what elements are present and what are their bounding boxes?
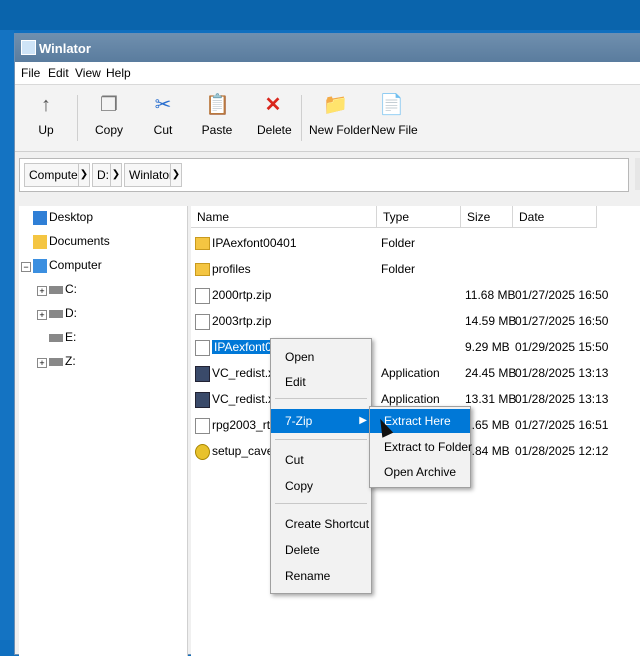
up-arrow-icon: ↑ bbox=[41, 94, 51, 116]
drive-icon bbox=[49, 285, 63, 294]
file-row[interactable]: profiles Folder bbox=[191, 258, 640, 280]
window-title: Winlator bbox=[39, 41, 91, 56]
toolbar: ↑ Up ❐ Copy ✂ Cut 📋 Paste ✕ Delete 📁 New… bbox=[15, 85, 640, 152]
expand-icon[interactable]: + bbox=[37, 310, 47, 320]
tree-item-drive-z[interactable]: Z: bbox=[49, 352, 76, 370]
tree-item-computer[interactable]: Computer bbox=[33, 256, 102, 274]
column-date[interactable]: Date bbox=[513, 206, 597, 228]
menu-item-rename[interactable]: Rename bbox=[271, 564, 371, 588]
desktop-icon bbox=[33, 210, 47, 225]
copy-button[interactable]: ❐ Copy bbox=[93, 93, 125, 137]
new-folder-button[interactable]: 📁 New Folder bbox=[309, 93, 370, 137]
computer-icon bbox=[33, 258, 47, 273]
cut-icon: ✂ bbox=[154, 94, 172, 116]
column-name[interactable]: Name bbox=[191, 206, 377, 228]
title-bar[interactable]: Winlator bbox=[15, 34, 640, 62]
file-icon bbox=[195, 417, 210, 434]
toolbar-separator bbox=[301, 95, 302, 141]
desktop-background-top bbox=[0, 0, 640, 30]
new-folder-icon: 📁 bbox=[323, 94, 348, 116]
zip-file-icon bbox=[195, 287, 210, 304]
tree-item-drive-c[interactable]: C: bbox=[49, 280, 77, 298]
breadcrumb-chevron-icon[interactable]: ❯ bbox=[110, 163, 122, 187]
context-menu: Open Edit 7-Zip ▶ Cut Copy Create Shortc… bbox=[270, 338, 372, 594]
application-icon bbox=[195, 365, 210, 382]
expand-icon[interactable]: + bbox=[37, 286, 47, 296]
menu-separator bbox=[275, 503, 367, 504]
desktop-background-left bbox=[0, 30, 14, 640]
column-type[interactable]: Type bbox=[377, 206, 461, 228]
new-file-button[interactable]: 📄 New File bbox=[371, 93, 418, 137]
delete-icon: ✕ bbox=[264, 94, 282, 116]
zip-file-icon bbox=[195, 313, 210, 330]
menu-file[interactable]: File bbox=[21, 66, 40, 80]
delete-button[interactable]: ✕ Delete bbox=[257, 93, 292, 137]
tree-item-drive-e[interactable]: E: bbox=[49, 328, 76, 346]
menu-item-open[interactable]: Open bbox=[271, 345, 371, 369]
up-button[interactable]: ↑ Up bbox=[33, 93, 59, 137]
collapse-icon[interactable]: − bbox=[21, 262, 31, 272]
file-row[interactable]: VC_redist.x64. Application 24.45 MB 01/2… bbox=[191, 362, 640, 384]
address-bar[interactable]: Computer ❯ D: ❯ Winlator ❯ bbox=[19, 158, 629, 192]
expand-icon[interactable]: + bbox=[37, 358, 47, 368]
menu-item-edit[interactable]: Edit bbox=[271, 370, 371, 394]
submenu-arrow-icon: ▶ bbox=[359, 415, 367, 426]
menu-item-7zip[interactable]: 7-Zip ▶ bbox=[271, 409, 371, 433]
menu-separator bbox=[275, 398, 367, 399]
cut-button[interactable]: ✂ Cut bbox=[151, 93, 175, 137]
breadcrumb-chevron-icon[interactable]: ❯ bbox=[170, 163, 182, 187]
drive-icon bbox=[49, 333, 63, 342]
file-row[interactable]: 2003rtp.zip 14.59 MB 01/27/2025 16:50 bbox=[191, 310, 640, 332]
folder-icon bbox=[195, 237, 210, 251]
app-icon bbox=[21, 40, 36, 55]
file-row-selected[interactable]: IPAexfont0040 9.29 MB 01/29/2025 15:50 bbox=[191, 336, 640, 358]
zip-file-icon bbox=[195, 339, 210, 356]
menu-bar: File Edit View Help bbox=[15, 62, 640, 85]
menu-item-cut[interactable]: Cut bbox=[271, 448, 371, 472]
folder-icon bbox=[195, 263, 210, 277]
application-icon bbox=[195, 391, 210, 408]
file-row[interactable]: 2000rtp.zip 11.68 MB 01/27/2025 16:50 bbox=[191, 284, 640, 306]
new-file-icon: 📄 bbox=[379, 94, 404, 116]
documents-folder-icon bbox=[33, 234, 47, 249]
toolbar-separator bbox=[77, 95, 78, 141]
folder-tree: Desktop Documents − Computer + C: + D: E… bbox=[19, 206, 188, 656]
file-row[interactable]: IPAexfont00401 Folder bbox=[191, 232, 640, 254]
drive-icon bbox=[49, 309, 63, 318]
menu-item-copy[interactable]: Copy bbox=[271, 474, 371, 498]
menu-help[interactable]: Help bbox=[106, 66, 131, 80]
paste-button[interactable]: 📋 Paste bbox=[201, 93, 233, 137]
column-size[interactable]: Size bbox=[461, 206, 513, 228]
breadcrumb-chevron-icon[interactable]: ❯ bbox=[78, 163, 90, 187]
tree-item-documents[interactable]: Documents bbox=[33, 232, 110, 250]
tree-item-drive-d[interactable]: D: bbox=[49, 304, 77, 322]
menu-edit[interactable]: Edit bbox=[48, 66, 69, 80]
menu-view[interactable]: View bbox=[75, 66, 101, 80]
menu-separator bbox=[275, 439, 367, 440]
submenu-item-extract-to-folder[interactable]: Extract to Folder bbox=[370, 435, 472, 459]
paste-icon: 📋 bbox=[205, 94, 230, 116]
copy-icon: ❐ bbox=[100, 94, 118, 116]
address-scrollbar[interactable] bbox=[635, 158, 640, 190]
drive-icon bbox=[49, 357, 63, 366]
submenu-item-open-archive[interactable]: Open Archive bbox=[370, 460, 470, 484]
menu-item-delete[interactable]: Delete bbox=[271, 538, 371, 562]
disc-image-icon bbox=[195, 443, 210, 460]
tree-item-desktop[interactable]: Desktop bbox=[33, 208, 93, 226]
menu-item-create-shortcut[interactable]: Create Shortcut bbox=[271, 512, 371, 536]
